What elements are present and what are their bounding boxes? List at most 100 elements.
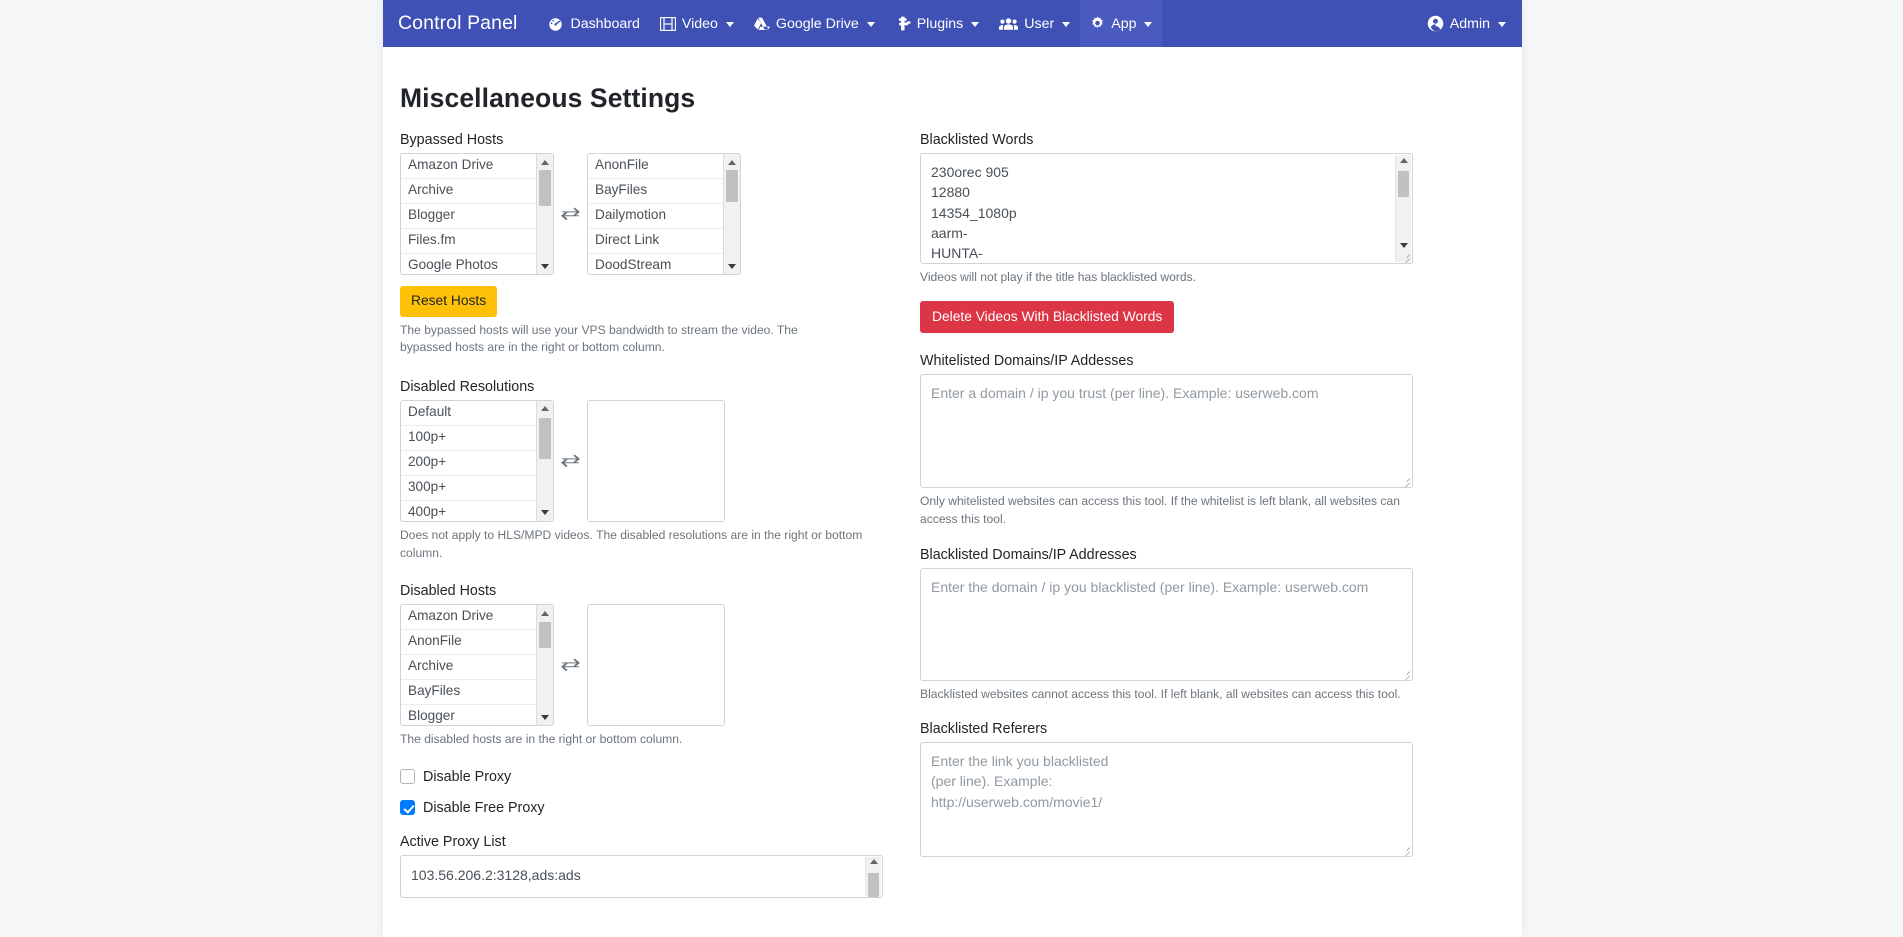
scroll-up-icon[interactable] <box>724 155 740 169</box>
disabled-resolutions-available-list[interactable]: Default 100p+ 200p+ 300p+ 400p+ <box>400 400 554 522</box>
list-item[interactable]: 300p+ <box>401 476 536 501</box>
list-item[interactable]: Amazon Drive <box>401 154 536 179</box>
list-item[interactable]: Amazon Drive <box>401 605 536 630</box>
scroll-down-icon[interactable] <box>1396 243 1411 248</box>
blacklisted-domains-label: Blacklisted Domains/IP Addresses <box>920 547 1413 563</box>
bypassed-hosts-available-list[interactable]: Amazon Drive Archive Blogger Files.fm Go… <box>400 153 554 275</box>
blacklisted-referers-section: Blacklisted Referers Enter the link you … <box>920 721 1413 857</box>
list-item[interactable]: Blogger <box>401 705 536 725</box>
list-item[interactable]: 400p+ <box>401 501 536 521</box>
list-item[interactable]: Files.fm <box>401 229 536 254</box>
scroll-up-icon[interactable] <box>537 402 553 416</box>
disabled-resolutions-swap-button[interactable] <box>554 453 587 469</box>
scroll-up-icon[interactable] <box>866 859 881 864</box>
scrollbar-thumb[interactable] <box>1398 171 1409 197</box>
scrollbar[interactable] <box>536 401 553 521</box>
scrollbar[interactable] <box>536 605 553 725</box>
chevron-down-icon <box>971 22 979 27</box>
app-window: Control Panel Dashboard Video Google <box>383 0 1522 937</box>
disabled-hosts-available-list[interactable]: Amazon Drive AnonFile Archive BayFiles B… <box>400 604 554 726</box>
exchange-arrows-icon <box>560 206 581 222</box>
disabled-resolutions-section: Disabled Resolutions Default 100p+ 200p+… <box>400 379 883 562</box>
disabled-hosts-selected-list[interactable] <box>587 604 725 726</box>
scroll-down-icon[interactable] <box>724 259 740 273</box>
chevron-down-icon <box>867 22 875 27</box>
disable-proxy-row: Disable Proxy <box>400 769 883 785</box>
list-item[interactable]: Default <box>401 401 536 426</box>
blacklisted-domains-help: Blacklisted websites cannot access this … <box>920 686 1413 704</box>
brand-title[interactable]: Control Panel <box>398 12 517 35</box>
list-item[interactable]: DoodStream <box>588 254 723 274</box>
whitelisted-domains-textarea[interactable]: Enter a domain / ip you trust (per line)… <box>920 374 1413 488</box>
scrollbar[interactable] <box>536 154 553 274</box>
active-proxy-list-input[interactable]: 103.56.206.2:3128,ads:ads <box>400 855 883 898</box>
blacklisted-words-help: Videos will not play if the title has bl… <box>920 269 1413 287</box>
list-item[interactable]: AnonFile <box>588 154 723 179</box>
nav-item-video[interactable]: Video <box>650 0 744 47</box>
list-item[interactable]: BayFiles <box>588 179 723 204</box>
disabled-resolutions-duallist: Default 100p+ 200p+ 300p+ 400p+ <box>400 400 883 522</box>
list-item[interactable]: Archive <box>401 179 536 204</box>
nav-item-user[interactable]: User <box>989 0 1080 47</box>
disabled-resolutions-label: Disabled Resolutions <box>400 379 883 395</box>
users-icon <box>999 17 1018 31</box>
list-item[interactable]: 200p+ <box>401 451 536 476</box>
scroll-down-icon[interactable] <box>537 506 553 520</box>
scrollbar-thumb[interactable] <box>539 170 551 206</box>
scrollbar-thumb[interactable] <box>539 622 551 648</box>
blacklisted-domains-textarea[interactable]: Enter the domain / ip you blacklisted (p… <box>920 568 1413 681</box>
list-item[interactable]: Archive <box>401 655 536 680</box>
whitelisted-domains-placeholder: Enter a domain / ip you trust (per line)… <box>921 375 1412 411</box>
scroll-up-icon[interactable] <box>1396 158 1411 163</box>
scrollbar-thumb[interactable] <box>726 170 738 202</box>
blacklisted-referers-textarea[interactable]: Enter the link you blacklisted (per line… <box>920 742 1413 857</box>
scroll-up-icon[interactable] <box>537 606 553 620</box>
scroll-up-icon[interactable] <box>537 155 553 169</box>
list-item[interactable]: BayFiles <box>401 680 536 705</box>
nav-label: User <box>1024 16 1054 32</box>
scrollbar-thumb[interactable] <box>539 418 551 459</box>
nav-item-plugins[interactable]: Plugins <box>885 0 990 47</box>
list-item[interactable]: Dailymotion <box>588 204 723 229</box>
disabled-hosts-duallist: Amazon Drive AnonFile Archive BayFiles B… <box>400 604 883 726</box>
nav-item-admin[interactable]: Admin <box>1417 0 1522 47</box>
resize-handle-icon[interactable] <box>1399 474 1411 486</box>
list-item[interactable]: 100p+ <box>401 426 536 451</box>
disabled-hosts-swap-button[interactable] <box>554 657 587 673</box>
blacklisted-domains-section: Blacklisted Domains/IP Addresses Enter t… <box>920 547 1413 704</box>
nav-item-dashboard[interactable]: Dashboard <box>537 0 649 47</box>
blacklisted-words-textarea[interactable]: 230orec 905 12880 14354_1080p aarm- HUNT… <box>920 153 1413 264</box>
two-column-layout: Bypassed Hosts Amazon Drive Archive Blog… <box>400 132 1492 898</box>
disable-free-proxy-label[interactable]: Disable Free Proxy <box>423 800 545 816</box>
list-item[interactable]: Google Photos <box>401 254 536 274</box>
blacklisted-referers-placeholder: Enter the link you blacklisted (per line… <box>921 743 1141 820</box>
scrollbar[interactable] <box>723 154 740 274</box>
disable-proxy-checkbox[interactable] <box>400 769 415 784</box>
user-circle-icon <box>1427 15 1444 32</box>
reset-hosts-button[interactable]: Reset Hosts <box>400 286 497 317</box>
scroll-down-icon[interactable] <box>537 710 553 724</box>
nav-label: Google Drive <box>776 16 859 32</box>
chevron-down-icon <box>1498 22 1506 27</box>
list-item[interactable]: AnonFile <box>401 630 536 655</box>
list-item[interactable]: Direct Link <box>588 229 723 254</box>
disabled-resolutions-help: Does not apply to HLS/MPD videos. The di… <box>400 527 870 562</box>
list-item[interactable]: Blogger <box>401 204 536 229</box>
resize-handle-icon[interactable] <box>1399 667 1411 679</box>
bypassed-hosts-selected-list[interactable]: AnonFile BayFiles Dailymotion Direct Lin… <box>587 153 741 275</box>
scrollbar[interactable] <box>865 857 881 896</box>
resize-handle-icon[interactable] <box>1399 843 1411 855</box>
scrollbar[interactable] <box>1395 155 1411 262</box>
nav-item-google-drive[interactable]: Google Drive <box>744 0 885 47</box>
disable-proxy-label[interactable]: Disable Proxy <box>423 769 511 785</box>
blacklisted-domains-placeholder: Enter the domain / ip you blacklisted (p… <box>921 569 1412 605</box>
scrollbar-thumb[interactable] <box>868 873 879 897</box>
scroll-down-icon[interactable] <box>537 259 553 273</box>
disabled-resolutions-selected-list[interactable] <box>587 400 725 522</box>
bypassed-hosts-swap-button[interactable] <box>554 206 587 222</box>
disable-free-proxy-checkbox[interactable] <box>400 800 415 815</box>
nav-label: App <box>1111 16 1136 32</box>
nav-item-app[interactable]: App <box>1080 0 1162 47</box>
blacklisted-words-value: 230orec 905 12880 14354_1080p aarm- HUNT… <box>921 154 1412 264</box>
delete-videos-blacklisted-words-button[interactable]: Delete Videos With Blacklisted Words <box>920 301 1174 334</box>
